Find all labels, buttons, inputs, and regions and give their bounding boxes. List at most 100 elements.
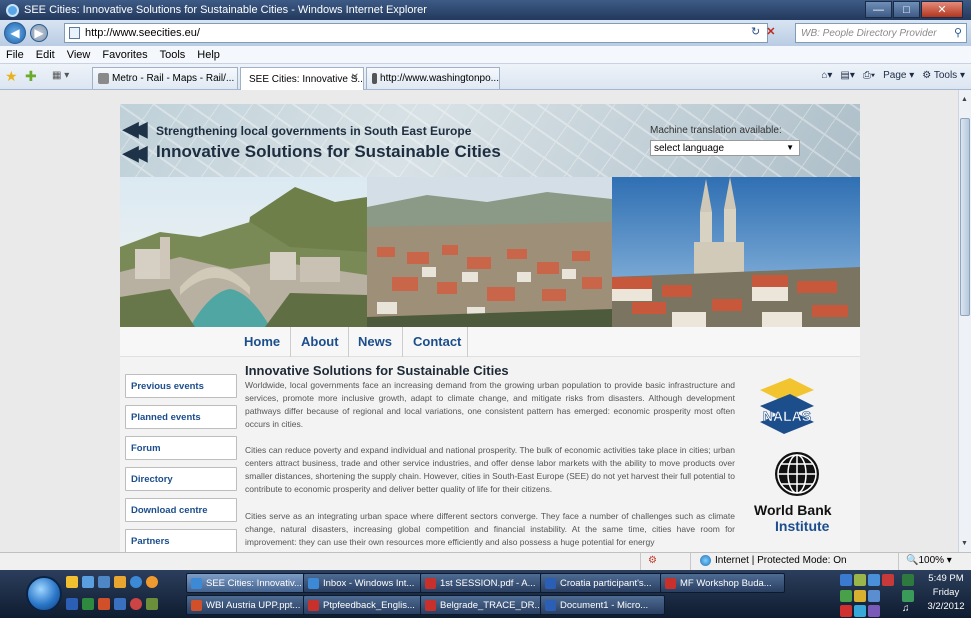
bluetooth-icon[interactable]: [840, 574, 852, 586]
security-zone-label: Internet | Protected Mode: On: [715, 555, 847, 567]
menu-help[interactable]: Help: [191, 49, 226, 61]
nalas-logo[interactable]: NALAS: [756, 376, 818, 438]
tray-icon[interactable]: [868, 605, 880, 617]
close-button[interactable]: ✕: [921, 1, 963, 18]
tray-icon[interactable]: [840, 605, 852, 617]
photo-sarajevo-city: [367, 177, 612, 327]
tools-menu[interactable]: ⚙ Tools ▾: [922, 70, 965, 81]
taskbar-item[interactable]: Inbox - Windows Int...: [303, 573, 428, 593]
windows-taskbar: SEE Cities: Innovativ... Inbox - Windows…: [0, 570, 971, 618]
tab-see-cities[interactable]: SEE Cities: Innovative S... ✕: [240, 67, 364, 90]
app-icon[interactable]: [146, 598, 158, 610]
nalas-logo-text: NALAS: [763, 408, 811, 424]
taskbar-item[interactable]: Belgrade_TRACE_DR...: [420, 595, 545, 615]
volume-icon[interactable]: ♫: [902, 603, 910, 614]
system-clock[interactable]: 5:49 PM Friday 3/2/2012: [924, 572, 968, 614]
metro-icon: [98, 73, 109, 84]
address-actions: ↻ ✕: [751, 25, 775, 38]
scrollbar-thumb[interactable]: [960, 118, 970, 316]
add-favorite-icon[interactable]: ✚: [25, 68, 37, 85]
sidebar-planned-events[interactable]: Planned events: [125, 405, 237, 429]
tray-icon[interactable]: [854, 574, 866, 586]
security-icon[interactable]: [882, 574, 894, 586]
tray-icon[interactable]: [868, 590, 880, 602]
taskbar-item[interactable]: Document1 - Micro...: [540, 595, 665, 615]
sidebar-directory[interactable]: Directory: [125, 467, 237, 491]
forward-button[interactable]: ▶: [30, 24, 48, 42]
browser-viewport[interactable]: ◀◀ ◀◀ Strengthening local governments in…: [0, 90, 958, 552]
tab-metro[interactable]: Metro - Rail - Maps - Rail/...: [92, 67, 238, 89]
taskbar-item[interactable]: SEE Cities: Innovativ...: [186, 573, 311, 593]
vertical-scrollbar[interactable]: ▲ ▼: [958, 90, 971, 552]
sidebar-previous-events[interactable]: Previous events: [125, 374, 237, 398]
ie-logo-icon: [6, 3, 19, 17]
home-icon[interactable]: ⌂▾: [821, 70, 832, 81]
search-input[interactable]: WB: People Directory Provider ⚲: [795, 23, 967, 43]
language-select[interactable]: select language ▼: [650, 140, 800, 156]
firefox-icon[interactable]: [146, 576, 158, 588]
nav-contact[interactable]: Contact: [413, 334, 461, 349]
battery-icon[interactable]: [902, 574, 914, 586]
favorites-star-icon[interactable]: ★: [5, 68, 18, 85]
security-zone[interactable]: Internet | Protected Mode: On: [700, 555, 847, 566]
page-menu[interactable]: Page ▾: [883, 70, 914, 81]
sidebar-download-centre[interactable]: Download centre: [125, 498, 237, 522]
nav-home[interactable]: Home: [244, 334, 280, 349]
world-bank-globe-icon[interactable]: [772, 449, 822, 499]
translation-label: Machine translation available:: [650, 125, 782, 136]
zoom-level[interactable]: 🔍100% ▾: [906, 555, 952, 566]
minimize-button[interactable]: —: [865, 1, 892, 18]
nav-about[interactable]: About: [301, 334, 339, 349]
word-icon[interactable]: [66, 598, 78, 610]
menu-view[interactable]: View: [61, 49, 97, 61]
powerpoint-icon[interactable]: [98, 598, 110, 610]
outlook-icon[interactable]: [114, 598, 126, 610]
chrome-icon[interactable]: [130, 598, 142, 610]
app-icon[interactable]: [114, 576, 126, 588]
menu-tools[interactable]: Tools: [154, 49, 192, 61]
window-title-bar[interactable]: SEE Cities: Innovative Solutions for Sus…: [0, 0, 971, 20]
excel-icon[interactable]: [82, 598, 94, 610]
app-icon[interactable]: [98, 576, 110, 588]
tray-icon[interactable]: [854, 605, 866, 617]
scroll-down-icon[interactable]: ▼: [961, 540, 968, 547]
command-bar: ⌂▾ ▤▾ ⎙▾ Page ▾ ⚙ Tools ▾: [821, 70, 965, 81]
tab-washington-post[interactable]: http://www.washingtonpo...: [366, 67, 500, 89]
menu-favorites[interactable]: Favorites: [96, 49, 153, 61]
tab-close-icon[interactable]: ✕: [351, 72, 359, 83]
window-controls: — □ ✕: [864, 1, 963, 18]
feeds-icon[interactable]: ▤▾: [840, 70, 854, 81]
menu-file[interactable]: File: [0, 49, 30, 61]
tray-icon[interactable]: [840, 590, 852, 602]
address-input[interactable]: http://www.seecities.eu/: [64, 23, 768, 43]
taskbar-item[interactable]: 1st SESSION.pdf - A...: [420, 573, 545, 593]
stop-icon[interactable]: ✕: [766, 25, 775, 38]
network-icon[interactable]: [868, 574, 880, 586]
nav-news[interactable]: News: [358, 334, 392, 349]
photo-zagreb-cathedral: [612, 177, 860, 327]
refresh-icon[interactable]: ↻: [751, 25, 760, 38]
taskbar-item[interactable]: MF Workshop Buda...: [660, 573, 785, 593]
tools-menu-label: Tools: [933, 70, 958, 81]
sidebar-partners[interactable]: Partners: [125, 529, 237, 552]
sidebar-forum[interactable]: Forum: [125, 436, 237, 460]
print-icon[interactable]: ⎙▾: [863, 70, 875, 81]
quick-tabs-icon[interactable]: ▦ ▾: [52, 70, 82, 84]
ie-icon[interactable]: [130, 576, 142, 588]
desktop-icon[interactable]: [82, 576, 94, 588]
status-divider: [898, 553, 899, 571]
folder-icon[interactable]: [66, 576, 78, 588]
popup-blocker-icon[interactable]: ⚙: [648, 555, 657, 566]
tray-icon[interactable]: [854, 590, 866, 602]
taskbar-item[interactable]: Ptpfeedback_Englis...: [303, 595, 428, 615]
menu-edit[interactable]: Edit: [30, 49, 61, 61]
taskbar-item[interactable]: Croatia participant's...: [540, 573, 665, 593]
scroll-up-icon[interactable]: ▲: [961, 96, 968, 103]
maximize-button[interactable]: □: [893, 1, 920, 18]
back-button[interactable]: ◀: [4, 22, 26, 44]
start-button[interactable]: [26, 576, 62, 612]
taskbar-item[interactable]: WBI Austria UPP.ppt...: [186, 595, 311, 615]
tray-icon[interactable]: [902, 590, 914, 602]
status-divider: [640, 553, 641, 571]
search-icon[interactable]: ⚲: [954, 26, 962, 39]
